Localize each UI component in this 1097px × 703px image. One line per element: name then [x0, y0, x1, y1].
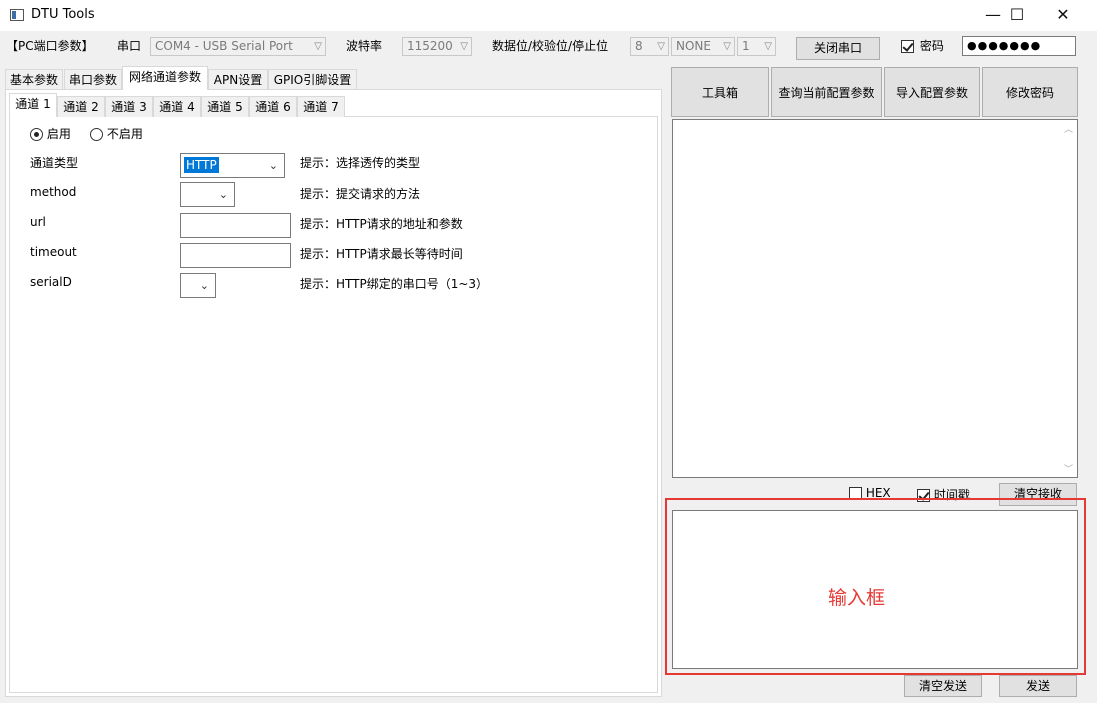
tab-serial-params[interactable]: 串口参数	[64, 69, 122, 90]
tab-gpio-settings[interactable]: GPIO引脚设置	[268, 69, 357, 90]
tab-channel-1[interactable]: 通道 1	[9, 93, 57, 117]
stop-bits-value: 1	[742, 39, 750, 53]
tab-network-channel-params[interactable]: 网络通道参数	[122, 66, 208, 90]
url-input[interactable]	[180, 213, 291, 238]
channel-type-value: HTTP	[184, 157, 219, 173]
input-box-annotation: 输入框	[828, 587, 886, 609]
parity-value: NONE	[676, 39, 711, 53]
change-password-button[interactable]: 修改密码	[982, 67, 1078, 117]
data-bits-value: 8	[635, 39, 643, 53]
channel-type-label: 通道类型	[30, 156, 79, 170]
stop-bits-select[interactable]: 1 ▽	[737, 37, 776, 56]
tab-channel-4[interactable]: 通道 4	[153, 96, 201, 117]
app-icon	[10, 9, 24, 21]
url-hint: 提示：HTTP请求的地址和参数	[300, 217, 463, 231]
method-select[interactable]: ⌄	[180, 182, 235, 207]
radio-unselected-icon	[90, 128, 103, 141]
receive-scrollbar[interactable]: ︿ ﹀	[1061, 120, 1077, 477]
window-title: DTU Tools	[31, 7, 95, 22]
chevron-down-icon: ⌄	[268, 159, 278, 172]
chevron-down-icon: ▽	[764, 41, 772, 52]
query-config-button[interactable]: 查询当前配置参数	[771, 67, 882, 117]
tab-channel-3[interactable]: 通道 3	[105, 96, 153, 117]
scroll-up-icon[interactable]: ︿	[1064, 122, 1073, 135]
import-config-button[interactable]: 导入配置参数	[884, 67, 980, 117]
tab-channel-6[interactable]: 通道 6	[249, 96, 297, 117]
chevron-down-icon: ▽	[314, 41, 322, 52]
tab-channel-5[interactable]: 通道 5	[201, 96, 249, 117]
serial-id-hint: 提示：HTTP绑定的串口号（1~3）	[300, 277, 489, 291]
receive-textarea[interactable]	[672, 119, 1078, 478]
scroll-down-icon[interactable]: ﹀	[1064, 462, 1073, 475]
close-window-button[interactable]: ✕	[1040, 0, 1086, 31]
data-parity-stop-label: 数据位/校验位/停止位	[492, 39, 609, 53]
enable-label: 启用	[46, 127, 71, 141]
tab-channel-7[interactable]: 通道 7	[297, 96, 345, 117]
close-port-button[interactable]: 关闭串口	[796, 37, 880, 60]
chevron-down-icon: ▽	[460, 41, 468, 52]
radio-selected-icon	[30, 128, 43, 141]
method-label: method	[30, 185, 77, 199]
password-input[interactable]: ●●●●●●●	[962, 36, 1076, 56]
chevron-down-icon: ⌄	[218, 188, 228, 201]
chevron-down-icon: ▽	[657, 41, 665, 52]
port-select[interactable]: COM4 - USB Serial Port ▽	[150, 37, 326, 56]
pc-port-params-label: 【PC端口参数】	[6, 39, 94, 53]
baud-value: 115200	[407, 39, 453, 53]
baud-select[interactable]: 115200 ▽	[402, 37, 472, 56]
title-bar	[0, 0, 1097, 31]
timeout-label: timeout	[30, 245, 77, 259]
enable-radio[interactable]: 启用	[30, 125, 71, 142]
password-label: 密码	[919, 39, 944, 53]
timeout-hint: 提示：HTTP请求最长等待时间	[300, 247, 463, 261]
tab-channel-2[interactable]: 通道 2	[57, 96, 105, 117]
serial-id-label: serialD	[30, 275, 72, 289]
data-bits-select[interactable]: 8 ▽	[630, 37, 669, 56]
timeout-input[interactable]	[180, 243, 291, 268]
disable-radio[interactable]: 不启用	[90, 125, 143, 142]
clear-send-button[interactable]: 清空发送	[904, 675, 982, 697]
url-label: url	[30, 215, 46, 229]
chevron-down-icon: ▽	[723, 41, 731, 52]
parity-select[interactable]: NONE ▽	[671, 37, 735, 56]
baud-label: 波特率	[346, 39, 383, 53]
tab-apn-settings[interactable]: APN设置	[208, 69, 268, 90]
channel-1-panel	[9, 116, 658, 693]
chevron-down-icon: ⌄	[199, 279, 209, 292]
channel-type-select[interactable]: HTTP ⌄	[180, 153, 285, 178]
channel-type-hint: 提示：选择透传的类型	[300, 156, 421, 170]
port-value: COM4 - USB Serial Port	[155, 39, 293, 53]
password-checkbox[interactable]: 密码	[901, 37, 944, 54]
send-button[interactable]: 发送	[999, 675, 1077, 697]
checkbox-checked-icon	[901, 40, 914, 53]
serial-id-select[interactable]: ⌄	[180, 273, 216, 298]
method-hint: 提示：提交请求的方法	[300, 187, 421, 201]
toolbox-button[interactable]: 工具箱	[671, 67, 769, 117]
port-label: 串口	[117, 39, 142, 53]
disable-label: 不启用	[106, 127, 143, 141]
maximize-button[interactable]: ☐	[994, 0, 1040, 31]
tab-basic-params[interactable]: 基本参数	[5, 69, 63, 90]
